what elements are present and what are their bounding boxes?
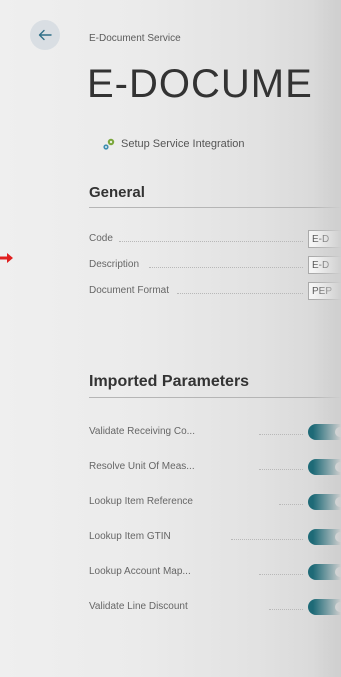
- leader-dots: [231, 539, 303, 540]
- lookup-item-reference-label: Lookup Item Reference: [89, 496, 193, 507]
- resolve-unit-of-measure-row: Resolve Unit Of Meas...: [89, 458, 341, 478]
- document-format-label: Document Format: [89, 285, 170, 296]
- code-label: Code: [89, 233, 113, 244]
- code-input[interactable]: E-D: [308, 230, 341, 248]
- document-format-select[interactable]: PEP: [308, 282, 341, 300]
- toggle-knob: [335, 567, 341, 577]
- lookup-item-gtin-toggle[interactable]: [308, 529, 341, 545]
- validate-line-discount-toggle[interactable]: [308, 599, 341, 615]
- imported-parameters-divider: [89, 397, 341, 398]
- validate-receiving-company-toggle[interactable]: [308, 424, 341, 440]
- lookup-account-mapping-label: Lookup Account Map...: [89, 566, 191, 577]
- description-label: Description: [89, 259, 140, 270]
- leader-dots: [259, 434, 303, 435]
- leader-dots: [269, 609, 303, 610]
- general-section-header[interactable]: General: [89, 184, 145, 201]
- validate-line-discount-label: Validate Line Discount: [89, 601, 188, 612]
- leader-dots: [259, 574, 303, 575]
- validate-receiving-company-label: Validate Receiving Co...: [89, 426, 195, 437]
- page-title: E-DOCUME: [87, 62, 313, 106]
- description-input[interactable]: E-D: [308, 256, 341, 274]
- leader-dots: [259, 469, 303, 470]
- leader-dots: [149, 267, 303, 268]
- lookup-item-reference-row: Lookup Item Reference: [89, 493, 341, 513]
- resolve-unit-of-measure-label: Resolve Unit Of Meas...: [89, 461, 195, 472]
- toggle-knob: [335, 532, 341, 542]
- setup-service-integration-label: Setup Service Integration: [121, 138, 245, 150]
- toggle-knob: [335, 497, 341, 507]
- back-button[interactable]: [30, 20, 60, 50]
- toggle-knob: [335, 427, 341, 437]
- red-pointer-arrow-icon: [0, 253, 13, 263]
- resolve-unit-of-measure-toggle[interactable]: [308, 459, 341, 475]
- document-format-field-row: Document Format PEP: [89, 282, 341, 302]
- validate-line-discount-row: Validate Line Discount: [89, 598, 341, 618]
- toggle-knob: [335, 602, 341, 612]
- code-field-row: Code E-D: [89, 230, 341, 250]
- description-field-row: Description E-D: [89, 256, 341, 276]
- back-arrow-icon: [38, 29, 52, 41]
- lookup-account-mapping-toggle[interactable]: [308, 564, 341, 580]
- lookup-account-mapping-row: Lookup Account Map...: [89, 563, 341, 583]
- toggle-knob: [335, 462, 341, 472]
- setup-service-integration-button[interactable]: Setup Service Integration: [102, 137, 245, 151]
- leader-dots: [119, 241, 303, 242]
- lookup-item-reference-toggle[interactable]: [308, 494, 341, 510]
- breadcrumb[interactable]: E-Document Service: [89, 33, 181, 44]
- leader-dots: [279, 504, 303, 505]
- validate-receiving-company-row: Validate Receiving Co...: [89, 423, 341, 443]
- general-divider: [89, 207, 341, 208]
- imported-parameters-section-header[interactable]: Imported Parameters: [89, 373, 249, 391]
- lookup-item-gtin-row: Lookup Item GTIN: [89, 528, 341, 548]
- leader-dots: [177, 293, 303, 294]
- e-document-service-page: E-Document Service E-DOCUME Setup Servic…: [0, 0, 341, 677]
- setup-gear-icon: [103, 138, 115, 150]
- lookup-item-gtin-label: Lookup Item GTIN: [89, 531, 171, 542]
